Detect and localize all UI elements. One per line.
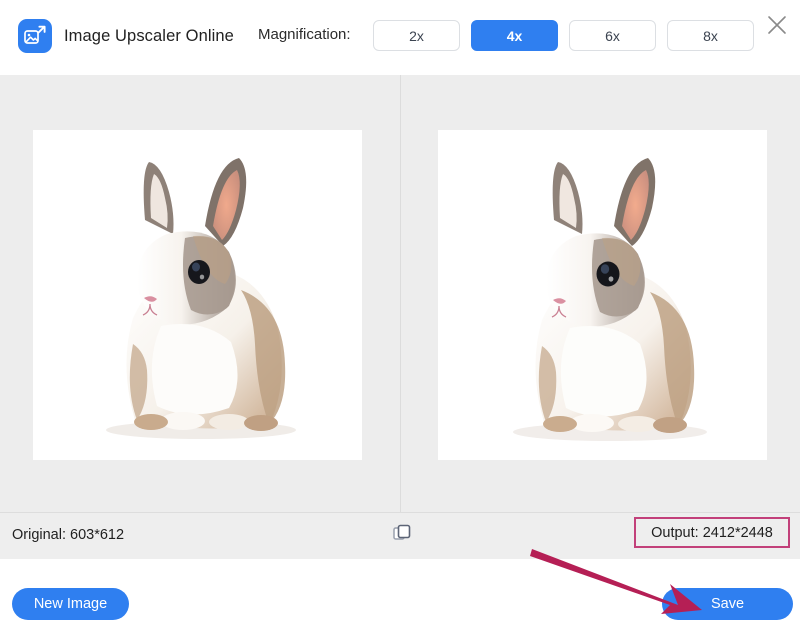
save-button[interactable]: Save — [662, 588, 793, 620]
image-upscale-icon — [18, 19, 52, 53]
original-image-card[interactable] — [33, 130, 362, 460]
magnification-option-2x[interactable]: 2x — [373, 20, 460, 51]
upscaled-rabbit-image — [438, 130, 767, 460]
magnification-label: Magnification: — [258, 26, 351, 43]
magnification-options: 2x 4x 6x 8x — [373, 20, 754, 51]
close-icon[interactable] — [762, 10, 792, 40]
original-rabbit-image — [33, 130, 362, 460]
output-size-badge: Output: 2412*2448 — [634, 517, 790, 548]
compare-divider[interactable] — [400, 75, 401, 512]
magnification-option-4x[interactable]: 4x — [471, 20, 558, 51]
magnification-option-8x[interactable]: 8x — [667, 20, 754, 51]
new-image-button[interactable]: New Image — [12, 588, 129, 620]
output-size-label: Output: 2412*2448 — [651, 524, 773, 541]
compare-panel — [0, 75, 800, 512]
app-header: Image Upscaler Online Magnification: 2x … — [0, 0, 800, 74]
footer-bar: New Image Save — [0, 559, 800, 630]
copy-compare-icon[interactable] — [393, 524, 411, 542]
upscaled-image-card[interactable] — [438, 130, 767, 460]
original-size-label: Original: 603*612 — [12, 527, 125, 543]
magnification-option-6x[interactable]: 6x — [569, 20, 656, 51]
page-title: Image Upscaler Online — [64, 26, 234, 45]
image-upscaler-window: Image Upscaler Online Magnification: 2x … — [0, 0, 800, 630]
brand: Image Upscaler Online — [18, 19, 234, 53]
